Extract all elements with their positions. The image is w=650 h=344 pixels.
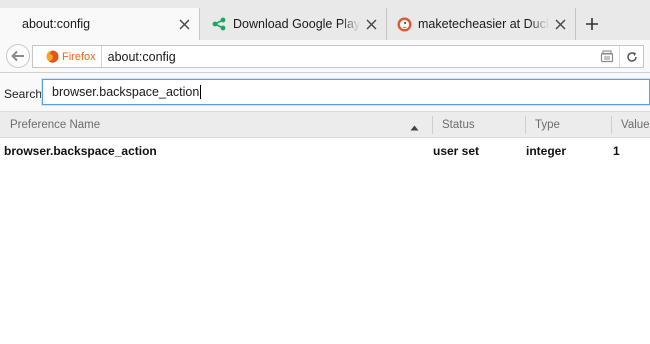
tab-about-config[interactable]: about:config	[0, 8, 200, 40]
search-label: Search:	[4, 87, 46, 101]
column-divider[interactable]	[432, 116, 433, 134]
column-header-preference-name[interactable]: Preference Name	[10, 112, 100, 137]
reader-view-icon[interactable]	[595, 46, 619, 67]
preference-name-cell: browser.backspace_action	[4, 144, 157, 158]
tab-download-google-play[interactable]: Download Google Play Servi	[201, 8, 387, 40]
back-arrow-icon	[11, 50, 24, 62]
identity-box[interactable]: Firefox	[33, 46, 102, 67]
navigation-toolbar: Firefox about:config	[0, 40, 650, 73]
identity-label: Firefox	[62, 50, 96, 63]
text-caret	[200, 85, 202, 99]
preference-status-cell: user set	[433, 144, 480, 158]
tab-label: about:config	[22, 17, 91, 31]
url-text[interactable]: about:config	[108, 50, 595, 64]
tab-duckduckgo-search[interactable]: maketecheasier at DuckDuck	[388, 8, 576, 40]
table-row[interactable]: browser.backspace_action user set intege…	[0, 140, 650, 162]
config-search-row: Search: browser.backspace_action	[0, 73, 650, 111]
duckduckgo-icon	[396, 16, 412, 32]
search-input-value: browser.backspace_action	[52, 85, 200, 99]
back-button[interactable]	[6, 44, 30, 68]
column-header-value[interactable]: Value	[621, 112, 650, 137]
preferences-table-header: Preference Name Status Type Value	[0, 111, 650, 138]
firefox-logo-icon	[38, 50, 59, 63]
firefox-window: about:config Download Google Play Servi	[0, 0, 650, 344]
share-icon	[211, 16, 227, 32]
plus-icon	[586, 18, 598, 30]
reload-icon[interactable]	[619, 46, 643, 67]
tab-strip: about:config Download Google Play Servi	[0, 0, 650, 40]
sort-ascending-icon[interactable]	[410, 120, 419, 134]
preferences-table-body: browser.backspace_action user set intege…	[0, 138, 650, 344]
new-tab-button[interactable]	[577, 10, 607, 38]
close-tab-icon[interactable]	[173, 13, 195, 35]
close-tab-icon[interactable]	[360, 13, 382, 35]
column-header-status[interactable]: Status	[442, 112, 475, 137]
preference-type-cell: integer	[526, 144, 567, 158]
column-divider[interactable]	[525, 116, 526, 134]
column-divider[interactable]	[611, 116, 612, 134]
column-header-type[interactable]: Type	[535, 112, 560, 137]
close-tab-icon[interactable]	[549, 13, 571, 35]
url-bar[interactable]: Firefox about:config	[32, 45, 644, 68]
config-search-input[interactable]: browser.backspace_action	[42, 79, 650, 105]
tab-label: Download Google Play Servi	[233, 17, 360, 31]
preference-value-cell: 1	[613, 144, 620, 158]
tab-label: maketecheasier at DuckDuck	[418, 17, 549, 31]
